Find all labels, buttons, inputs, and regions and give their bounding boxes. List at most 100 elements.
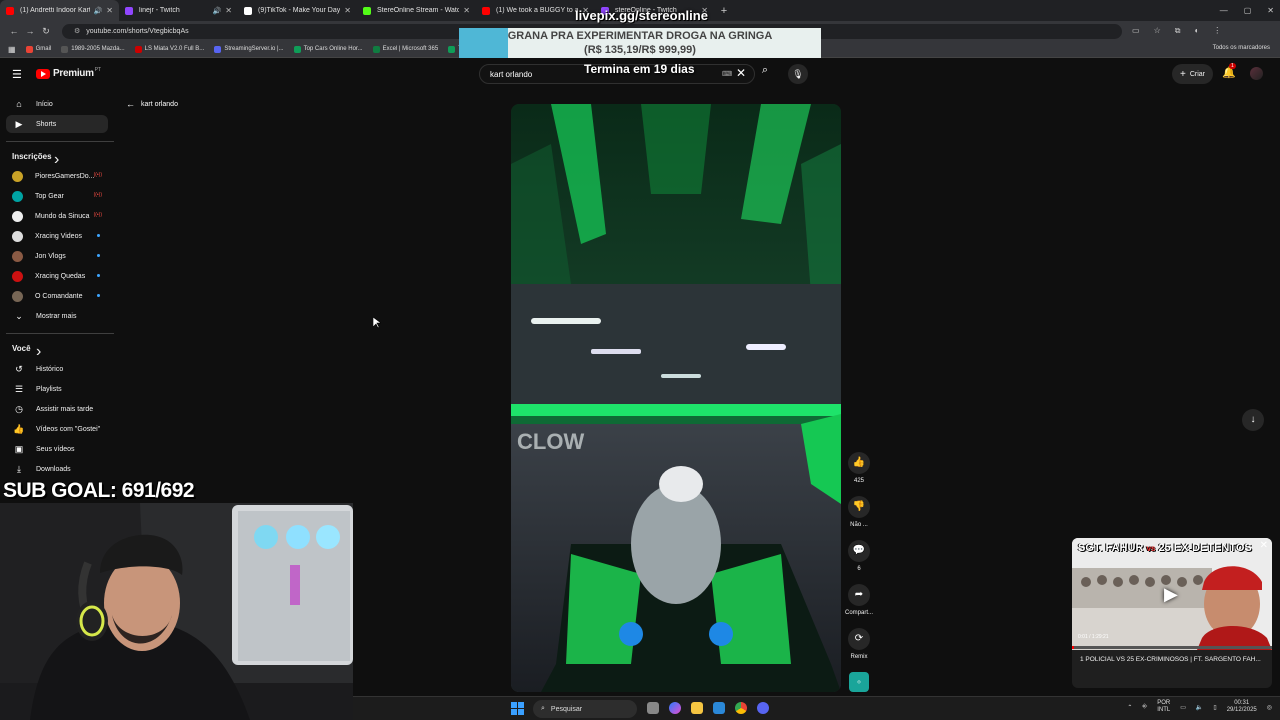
network-icon[interactable]: ▭ bbox=[1180, 704, 1186, 711]
apps-icon[interactable]: ▦ bbox=[8, 45, 16, 54]
site-info-icon[interactable]: ⚙ bbox=[74, 27, 80, 35]
you-item[interactable]: ☰ Playlists bbox=[6, 380, 108, 398]
new-tab-button[interactable]: + bbox=[714, 5, 734, 17]
browser-tab[interactable]: linejr - Twitch 🔊 ✕ bbox=[119, 0, 238, 21]
sound-thumbnail[interactable]: ◎ bbox=[849, 672, 869, 692]
tab-close-icon[interactable]: ✕ bbox=[225, 6, 232, 15]
back-icon[interactable]: ← bbox=[6, 26, 22, 36]
tab-close-icon[interactable]: ✕ bbox=[463, 6, 470, 15]
notifications-bell-icon[interactable]: 🔔 1 bbox=[1222, 63, 1236, 79]
search-back-link[interactable]: ← kart orlando bbox=[126, 99, 178, 109]
search-icon[interactable]: ⌕ bbox=[756, 64, 774, 82]
subscription-item[interactable]: Xracing Quedas bbox=[6, 267, 108, 285]
bookmark-item[interactable]: LS Miata V2.0 Full B... bbox=[134, 45, 204, 53]
tab-audio-icon[interactable]: 🔊 bbox=[94, 7, 103, 15]
browser-tab[interactable]: StereOnline Stream - Watch Li...✕ bbox=[357, 0, 476, 21]
profile-icon[interactable]: ◐ bbox=[1194, 26, 1199, 36]
you-item[interactable]: ◷ Assistir mais tarde bbox=[6, 400, 108, 418]
microsoft-store-icon[interactable] bbox=[713, 702, 725, 714]
sidebar-item-shorts[interactable]: ▶ Shorts bbox=[6, 115, 108, 133]
task-view-icon[interactable] bbox=[647, 702, 659, 714]
you-item[interactable]: 👍 Vídeos com "Gostei" bbox=[6, 420, 108, 438]
shorts-icon: ▶ bbox=[15, 118, 23, 129]
comments-button[interactable]: 💬 6 bbox=[845, 540, 873, 572]
clock[interactable]: 00:31 29/12/2025 bbox=[1227, 700, 1257, 714]
you-header[interactable]: Você bbox=[12, 344, 31, 353]
youtube-premium-logo[interactable]: Premium PT bbox=[36, 67, 101, 79]
tray-chevron-icon[interactable]: ⌃ bbox=[1127, 704, 1132, 711]
you-item[interactable]: ↺ Histórico bbox=[6, 360, 108, 378]
shorts-video-player[interactable]: CLOW bbox=[511, 104, 841, 692]
subscription-item[interactable]: PioresGamersDo... ((•)) bbox=[6, 167, 108, 185]
subscription-label: Jon Vlogs bbox=[35, 252, 66, 260]
keyboard-icon[interactable]: ⌨ bbox=[722, 70, 732, 78]
language-indicator[interactable]: POR INTL bbox=[1157, 700, 1170, 714]
mini-player-title[interactable]: 1 POLICIAL VS 25 EX-CRIMINOSOS | FT. SAR… bbox=[1080, 656, 1266, 663]
windows-start-icon[interactable] bbox=[511, 702, 524, 715]
share-button[interactable]: ➦ Compart... bbox=[845, 584, 873, 616]
mini-thumb-title: SGT. FAHUR vs 25 EX-DETENTOS bbox=[1078, 542, 1252, 554]
bookmark-item[interactable]: Top Cars Online Hor... bbox=[293, 45, 363, 53]
chevron-right-icon[interactable]: › bbox=[36, 343, 41, 361]
tab-close-icon[interactable]: ✕ bbox=[344, 6, 351, 15]
bookmark-item[interactable]: 1989-2005 Mazda... bbox=[61, 45, 125, 53]
menu-icon[interactable]: ⋮ bbox=[1213, 26, 1221, 36]
subscription-label: Xracing Videos bbox=[35, 232, 82, 240]
sidebar-item-home[interactable]: ⌂ Início bbox=[6, 95, 108, 113]
maximize-icon[interactable]: ▢ bbox=[1244, 6, 1252, 15]
taskbar-search[interactable]: ⌕ Pesquisar bbox=[533, 700, 637, 718]
browser-tab[interactable]: (9)TikTok - Make Your Day ✕ bbox=[238, 0, 357, 21]
back-label: kart orlando bbox=[141, 100, 178, 108]
donation-goal-overlay: GRANA PRA EXPERIMENTAR DROGA NA GRINGA (… bbox=[459, 28, 821, 58]
cast-icon[interactable]: ▭ bbox=[1132, 26, 1140, 36]
create-button[interactable]: + Criar bbox=[1172, 64, 1214, 84]
copilot-icon[interactable] bbox=[669, 702, 681, 714]
browser-tab[interactable]: (1) Andretti Indoor Karting 🔊✕ bbox=[0, 0, 119, 21]
bookmark-item[interactable]: Gmail bbox=[25, 45, 51, 53]
volume-icon[interactable]: 🔈 bbox=[1196, 704, 1203, 711]
channel-avatar bbox=[12, 270, 23, 282]
notification-center-icon[interactable]: ◎ bbox=[1267, 704, 1272, 711]
play-icon[interactable]: ▶ bbox=[1164, 584, 1178, 605]
clear-search-icon[interactable]: ✕ bbox=[736, 66, 746, 80]
next-short-button[interactable]: ↓ bbox=[1242, 409, 1264, 431]
bookmark-item[interactable]: Excel | Microsoft 365 bbox=[372, 45, 438, 53]
subscription-item[interactable]: Xracing Videos bbox=[6, 227, 108, 245]
minimize-icon[interactable]: — bbox=[1220, 6, 1228, 15]
mini-player[interactable]: SGT. FAHUR vs 25 EX-DETENTOS ▶ ✕ 0:01 / … bbox=[1072, 538, 1272, 688]
file-explorer-icon[interactable] bbox=[691, 702, 703, 714]
reload-icon[interactable]: ↻ bbox=[38, 26, 54, 37]
tray-usb-icon[interactable]: ⎆ bbox=[1142, 704, 1147, 711]
subscription-item[interactable]: Jon Vlogs bbox=[6, 247, 108, 265]
extensions-icon[interactable]: ⧉ bbox=[1175, 26, 1181, 36]
account-avatar[interactable] bbox=[1250, 67, 1263, 80]
new-content-dot bbox=[97, 234, 100, 237]
mini-player-video[interactable]: SGT. FAHUR vs 25 EX-DETENTOS ▶ ✕ 0:01 / … bbox=[1072, 538, 1272, 650]
hamburger-menu-icon[interactable]: ☰ bbox=[12, 68, 22, 81]
close-mini-player-icon[interactable]: ✕ bbox=[1260, 540, 1268, 551]
close-window-icon[interactable]: ✕ bbox=[1267, 6, 1274, 15]
dislike-button[interactable]: 👎 Não ... bbox=[845, 496, 873, 528]
discord-icon[interactable] bbox=[757, 702, 769, 714]
tab-audio-icon[interactable]: 🔊 bbox=[213, 7, 222, 15]
subscription-item[interactable]: Top Gear ((•)) bbox=[6, 187, 108, 205]
all-bookmarks[interactable]: Todos os marcadores bbox=[1213, 45, 1270, 51]
clock-date: 29/12/2025 bbox=[1226, 707, 1257, 713]
star-icon[interactable]: ☆ bbox=[1154, 26, 1161, 36]
live-indicator-icon: ((•)) bbox=[93, 172, 102, 178]
tab-close-icon[interactable]: ✕ bbox=[106, 6, 113, 15]
chrome-icon[interactable] bbox=[735, 702, 747, 714]
mini-player-progress[interactable] bbox=[1072, 646, 1272, 649]
forward-icon[interactable]: → bbox=[22, 26, 38, 36]
subscriptions-header[interactable]: Inscrições bbox=[12, 152, 52, 161]
bookmark-item[interactable]: StreamingServer.io |... bbox=[214, 45, 284, 53]
like-button[interactable]: 👍 425 bbox=[845, 452, 873, 484]
subscription-item[interactable]: Mundo da Sinuca ((•)) bbox=[6, 207, 108, 225]
subscription-item[interactable]: O Comandante bbox=[6, 287, 108, 305]
show-more-button[interactable]: ⌄ Mostrar mais bbox=[6, 307, 108, 325]
you-item[interactable]: ⤓ Downloads bbox=[6, 460, 108, 478]
you-item[interactable]: ▣ Seus vídeos bbox=[6, 440, 108, 458]
remix-button[interactable]: ⟳ Remix bbox=[845, 628, 873, 660]
battery-icon[interactable]: ▯ bbox=[1213, 704, 1216, 711]
microphone-icon[interactable]: 🎙 bbox=[788, 64, 808, 84]
